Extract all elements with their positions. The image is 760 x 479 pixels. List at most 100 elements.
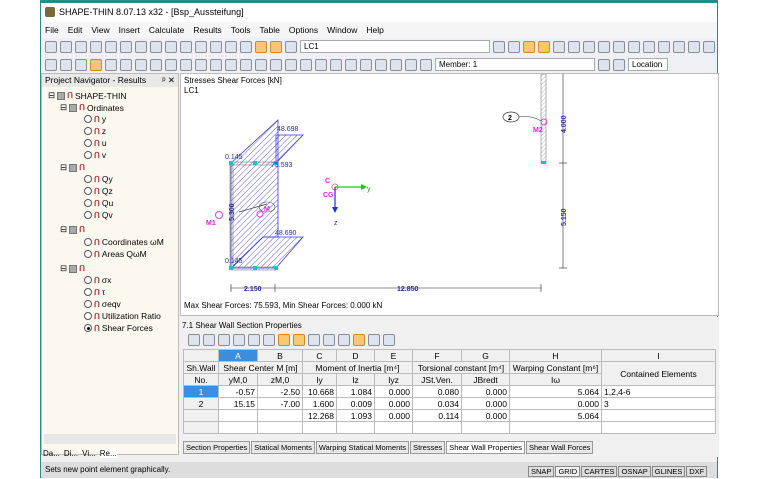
tau-icon[interactable]	[315, 58, 327, 71]
tree-item[interactable]: ᑎ Utilization Ratio	[84, 311, 161, 321]
dxf-toggle[interactable]: DXF	[686, 466, 708, 477]
menu-insert[interactable]: Insert	[119, 25, 140, 35]
sigma-icon[interactable]	[300, 58, 312, 71]
table-tool-icon[interactable]	[353, 334, 365, 346]
tree-item[interactable]: ᑎz	[84, 126, 106, 136]
graphics-view[interactable]: Stresses Shear Forces [kN] LC1 48.698 0.…	[180, 73, 719, 316]
section-icon[interactable]	[120, 58, 132, 71]
tree-item[interactable]: ᑎ Coordinates ωM	[84, 237, 164, 247]
navigator-scrollbar[interactable]	[44, 434, 176, 444]
menu-results[interactable]: Results	[193, 25, 221, 35]
option-icon[interactable]	[673, 40, 685, 53]
save-all-icon[interactable]	[105, 40, 117, 53]
arrow-icon[interactable]	[105, 58, 117, 71]
tree-item[interactable]: ᑎ Qv	[84, 210, 113, 220]
pin-close-icon[interactable]: ᵖ ✕	[162, 75, 175, 86]
tree-group-warping[interactable]: ⊟ ᑎ	[60, 224, 85, 235]
nav-tab-views[interactable]: Vi...	[82, 449, 96, 458]
line-icon[interactable]	[60, 58, 72, 71]
menu-help[interactable]: Help	[366, 25, 383, 35]
tab-shear-wall-properties[interactable]: Shear Wall Properties	[446, 441, 525, 454]
q-omega-icon[interactable]	[285, 58, 297, 71]
tree-item[interactable]: ᑎ Areas QωM	[84, 249, 147, 259]
nav-tab-display[interactable]: Di...	[64, 449, 78, 458]
show-results-icon[interactable]	[523, 40, 535, 53]
tree-item-shear-forces[interactable]: ᑎ Shear Forces	[84, 323, 153, 333]
loadcase-icon[interactable]	[285, 40, 297, 53]
table-row[interactable]: 2 15.15 -7.00 1.600 0.009 0.000 0.034 0.000 0.00…	[183, 397, 716, 410]
grid-toggle[interactable]: GRID	[555, 466, 581, 477]
tool-icon[interactable]	[360, 58, 372, 71]
tree-group-statical[interactable]: ⊟ ᑎ	[60, 162, 85, 173]
tool-icon[interactable]	[180, 58, 192, 71]
tab-stresses[interactable]: Stresses	[410, 441, 446, 454]
results-icon[interactable]	[210, 40, 222, 53]
menu-tools[interactable]: Tools	[231, 25, 251, 35]
table-tool-icon[interactable]	[293, 334, 305, 346]
glines-toggle[interactable]: GLINES	[651, 466, 686, 477]
tree-item[interactable]: ᑎ Qy	[84, 174, 113, 184]
table-tool-icon[interactable]	[218, 334, 230, 346]
member-select[interactable]: Member: 1	[435, 58, 595, 71]
tab-section-properties[interactable]: Section Properties	[183, 441, 251, 454]
element-icon[interactable]	[75, 58, 87, 71]
new-icon[interactable]	[45, 40, 57, 53]
menu-table[interactable]: Table	[260, 25, 280, 35]
option-icon[interactable]	[658, 40, 670, 53]
tool-icon[interactable]	[405, 58, 417, 71]
load-case-select[interactable]: LC1	[300, 40, 490, 53]
tree-item[interactable]: ᑎ σx	[84, 275, 111, 285]
sigma-eqv-icon[interactable]	[330, 58, 342, 71]
next-icon[interactable]	[508, 40, 520, 53]
window-icon[interactable]	[240, 40, 252, 53]
menu-file[interactable]: File	[45, 25, 59, 35]
tree-group-stresses[interactable]: ⊟ ᑎ	[60, 263, 85, 274]
point-icon[interactable]	[45, 58, 57, 71]
table-icon[interactable]	[255, 40, 267, 53]
osnap-toggle[interactable]: OSNAP	[618, 466, 651, 477]
option-icon[interactable]	[553, 40, 565, 53]
edit-icon[interactable]	[180, 40, 192, 53]
tree-item[interactable]: ᑎ Qu	[84, 198, 113, 208]
tree-root[interactable]: ⊟ ᑎ SHAPE-THIN	[48, 90, 126, 101]
tree-item[interactable]: ᑎτ	[84, 287, 105, 297]
cartes-toggle[interactable]: CARTES	[581, 466, 618, 477]
tree-item[interactable]: ᑎ σeqv	[84, 299, 121, 309]
option-icon[interactable]	[598, 40, 610, 53]
prev-table-icon[interactable]	[248, 334, 260, 346]
menu-options[interactable]: Options	[289, 25, 318, 35]
menu-calculate[interactable]: Calculate	[149, 25, 184, 35]
save-icon[interactable]	[90, 40, 102, 53]
tool-icon[interactable]	[345, 58, 357, 71]
tool-icon[interactable]	[165, 58, 177, 71]
option-icon[interactable]	[688, 40, 700, 53]
tool-icon[interactable]	[210, 58, 222, 71]
print-icon[interactable]	[120, 40, 132, 53]
select-icon[interactable]	[90, 58, 102, 71]
table-tool-icon[interactable]	[308, 334, 320, 346]
next-table-icon[interactable]	[263, 334, 275, 346]
qv-icon[interactable]	[255, 58, 267, 71]
tree-item[interactable]: ᑎu	[84, 138, 107, 148]
option-icon[interactable]	[643, 40, 655, 53]
tab-warping-statical-moments[interactable]: Warping Statical Moments	[315, 441, 410, 454]
tool-icon[interactable]	[390, 58, 402, 71]
tree-item[interactable]: ᑎy	[84, 114, 106, 124]
tab-statical-moments[interactable]: Statical Moments	[251, 441, 315, 454]
display-icon[interactable]	[225, 40, 237, 53]
option-icon[interactable]	[568, 40, 580, 53]
tree-item[interactable]: ᑎv	[84, 150, 106, 160]
snap-toggle[interactable]: SNAP	[528, 466, 555, 477]
menu-view[interactable]: View	[91, 25, 109, 35]
table-row-empty[interactable]	[183, 421, 716, 434]
tool-icon[interactable]	[195, 58, 207, 71]
tree-group-ordinates[interactable]: ⊟ ᑎ Ordinates	[60, 102, 124, 113]
option-icon[interactable]	[583, 40, 595, 53]
qu-icon[interactable]	[240, 58, 252, 71]
excel-icon[interactable]	[368, 334, 380, 346]
preview-icon[interactable]	[135, 40, 147, 53]
tool-icon[interactable]	[150, 58, 162, 71]
menu-edit[interactable]: Edit	[68, 25, 83, 35]
tool-icon[interactable]	[225, 58, 237, 71]
archive-icon[interactable]	[75, 40, 87, 53]
